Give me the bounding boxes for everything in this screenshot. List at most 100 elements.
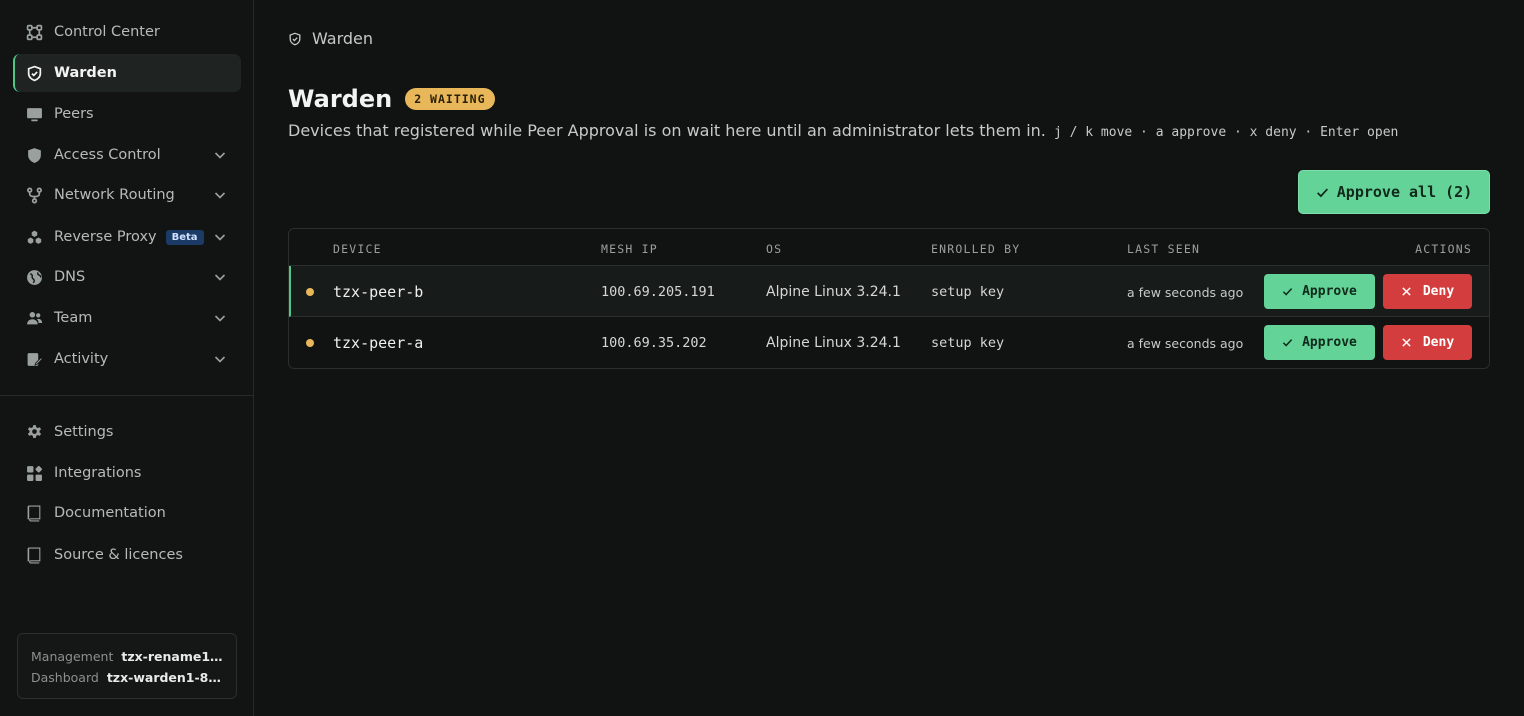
chevron-down-icon[interactable] (213, 270, 227, 284)
column-header-enrolled-by: ENROLLED BY (931, 242, 1021, 256)
deny-label: Deny (1422, 284, 1455, 299)
sidebar-item-label: Network Routing (54, 187, 175, 203)
monitor-icon (25, 105, 43, 123)
page-description: Devices that registered while Peer Appro… (288, 121, 1398, 140)
shield-filled-icon (25, 146, 43, 164)
sidebar-item-activity[interactable]: Activity (13, 340, 241, 378)
column-header-last-seen: LAST SEEN (1127, 242, 1201, 256)
sidebar-item-team[interactable]: Team (13, 299, 241, 337)
sidebar-divider (0, 395, 254, 396)
deny-label: Deny (1422, 335, 1455, 350)
sidebar-item-label: Integrations (54, 465, 142, 481)
approve-label: Approve (1302, 335, 1357, 350)
column-header-os: OS (766, 242, 783, 256)
table-row[interactable]: tzx-peer-a 100.69.35.202 Alpine Linux 3.… (289, 317, 1489, 368)
integrations-icon (25, 464, 43, 482)
description-text: Devices that registered while Peer Appro… (288, 121, 1046, 140)
device-name[interactable]: tzx-peer-a (333, 334, 423, 352)
page-title: Warden (288, 85, 393, 113)
routing-icon (25, 186, 43, 204)
sidebar-item-label: Settings (54, 424, 114, 440)
check-icon (1282, 288, 1293, 296)
instance-info-card: Management tzx-rename1-64... Dashboard t… (17, 633, 237, 699)
close-icon (1402, 338, 1411, 347)
waiting-count-badge: 2 WAITING (405, 88, 495, 110)
dashboard-row: Dashboard tzx-warden1-89ad... (31, 667, 223, 688)
device-name[interactable]: tzx-peer-b (333, 283, 423, 301)
shield-icon (25, 64, 43, 82)
table-header: DEVICE MESH IP OS ENROLLED BY LAST SEEN … (289, 229, 1489, 266)
mesh-ip: 100.69.35.202 (601, 335, 707, 351)
approve-button[interactable]: Approve (1264, 325, 1375, 360)
activity-icon (25, 350, 43, 368)
deny-button[interactable]: Deny (1383, 274, 1472, 309)
breadcrumb-label[interactable]: Warden (312, 29, 373, 48)
pending-devices-table: DEVICE MESH IP OS ENROLLED BY LAST SEEN … (288, 228, 1490, 369)
chevron-down-icon[interactable] (213, 148, 227, 162)
sidebar-item-source-licences[interactable]: Source & licences (13, 536, 241, 574)
os: Alpine Linux 3.24.1 (766, 335, 901, 351)
sidebar-item-label: Documentation (54, 505, 166, 521)
enrolled-by: setup key (931, 335, 1005, 351)
shield-icon (289, 32, 301, 45)
check-icon (1316, 187, 1328, 197)
check-icon (1282, 339, 1293, 347)
beta-badge: Beta (165, 229, 204, 245)
sidebar-item-label: Peers (54, 106, 94, 122)
dashboard-label: Dashboard (31, 670, 99, 685)
column-header-device: DEVICE (333, 242, 382, 256)
management-value: tzx-rename1-64... (121, 649, 223, 664)
close-icon (1402, 287, 1411, 296)
dashboard-value: tzx-warden1-89ad... (106, 670, 223, 685)
breadcrumb: Warden (288, 29, 373, 48)
approve-all-label: Approve all (2) (1336, 183, 1473, 201)
sidebar-item-label: Control Center (54, 24, 160, 40)
sidebar-item-settings[interactable]: Settings (13, 413, 241, 451)
chevron-down-icon[interactable] (213, 188, 227, 202)
users-icon (25, 309, 43, 327)
sidebar-item-label: DNS (54, 269, 86, 285)
sidebar-item-reverse-proxy[interactable]: Reverse Proxy Beta (13, 218, 241, 256)
gear-icon (25, 423, 43, 441)
deny-button[interactable]: Deny (1383, 325, 1472, 360)
sidebar-item-label: Source & licences (54, 547, 183, 563)
sidebar-item-documentation[interactable]: Documentation (13, 494, 241, 532)
approve-button[interactable]: Approve (1264, 274, 1375, 309)
sidebar-item-network-routing[interactable]: Network Routing (13, 176, 241, 214)
os: Alpine Linux 3.24.1 (766, 284, 901, 300)
table-row[interactable]: tzx-peer-b 100.69.205.191 Alpine Linux 3… (289, 266, 1489, 317)
sidebar-item-control-center[interactable]: Control Center (13, 13, 241, 51)
pending-status-dot (306, 339, 314, 347)
management-label: Management (31, 649, 114, 664)
proxy-icon (25, 228, 43, 246)
keyboard-shortcuts-hint: j / k move · a approve · x deny · Enter … (1053, 125, 1399, 140)
sidebar-item-label: Team (54, 310, 93, 326)
last-seen: a few seconds ago (1127, 336, 1244, 351)
chevron-down-icon[interactable] (213, 311, 227, 325)
sidebar-item-warden[interactable]: Warden (13, 54, 241, 92)
sidebar-item-access-control[interactable]: Access Control (13, 136, 241, 174)
mesh-ip: 100.69.205.191 (601, 284, 715, 300)
enrolled-by: setup key (931, 284, 1005, 300)
control-center-icon (25, 23, 43, 41)
sidebar-item-dns[interactable]: DNS (13, 258, 241, 296)
sidebar-item-peers[interactable]: Peers (13, 95, 241, 133)
pending-status-dot (306, 288, 314, 296)
chevron-down-icon[interactable] (213, 352, 227, 366)
sidebar-item-label: Warden (54, 65, 117, 81)
sidebar-item-label: Activity (54, 351, 109, 367)
sidebar-item-label: Access Control (54, 147, 161, 163)
column-header-mesh-ip: MESH IP (601, 242, 658, 256)
management-row: Management tzx-rename1-64... (31, 646, 223, 667)
globe-icon (25, 268, 43, 286)
book-icon (25, 504, 43, 522)
chevron-down-icon[interactable] (213, 230, 227, 244)
document-icon (25, 546, 43, 564)
page-header: Warden 2 WAITING (288, 85, 495, 113)
sidebar-item-integrations[interactable]: Integrations (13, 454, 241, 492)
sidebar-item-label: Reverse Proxy (54, 229, 157, 245)
approve-all-button[interactable]: Approve all (2) (1298, 170, 1490, 214)
last-seen: a few seconds ago (1127, 285, 1244, 300)
column-header-actions: ACTIONS (1415, 242, 1472, 256)
sidebar: Control Center Warden Peers Access Contr… (0, 0, 254, 716)
